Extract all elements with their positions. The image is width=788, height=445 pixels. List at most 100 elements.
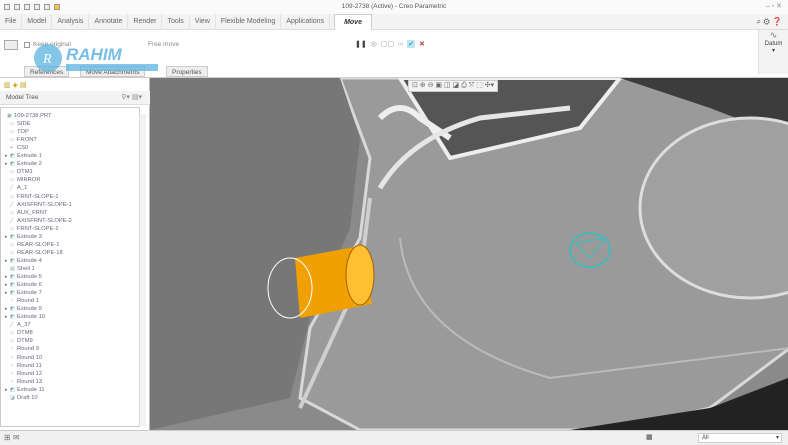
extrude-icon: ◩ [10, 161, 15, 168]
tree-item[interactable]: ◔ Round 1 [5, 297, 39, 305]
tree-item[interactable]: ▱ REAR-SLOPE-18 [5, 249, 63, 257]
tree-item-label: A_1 [17, 185, 28, 192]
tab-move[interactable]: Move [334, 13, 372, 30]
help-icons[interactable]: ⌕ ⚙ ❓ [757, 17, 782, 27]
tree-item[interactable]: ▱ REAR-SLOPE-1 [5, 241, 60, 249]
plane-icon: ▱ [10, 241, 14, 248]
cancel-x-icon[interactable]: ✕ [419, 40, 425, 48]
tree-item[interactable]: ╱ A_37 [5, 321, 31, 329]
tab-annotate[interactable]: Annotate [89, 13, 129, 30]
tree-item[interactable]: ▱ DTM8 [5, 329, 33, 337]
round-icon: ◔ [10, 346, 14, 353]
tree-item[interactable]: ▱ FRONT [5, 136, 37, 144]
tree-item-label: Draft 10 [17, 394, 38, 401]
move-type-dropdown[interactable] [4, 40, 18, 50]
tab-applications[interactable]: Applications [281, 13, 331, 30]
plane-icon: ▱ [10, 209, 14, 216]
plane-icon: ▱ [10, 137, 14, 144]
window-controls[interactable]: – ▫ ✕ [766, 2, 782, 10]
tab-model[interactable]: Model [22, 13, 53, 30]
tree-item[interactable]: ▤ Shell 1 [5, 265, 35, 273]
pause-icon[interactable]: ❚❚ [355, 40, 367, 48]
tree-item-label: DTM1 [17, 169, 33, 176]
tree-item-label: Extrude 1 [17, 153, 42, 160]
extrude-icon: ◩ [10, 257, 15, 264]
tree-item[interactable]: ▱ TOP [5, 128, 29, 136]
tree-item-label: Shell 1 [17, 265, 35, 272]
tree-item-label: Extrude 3 [17, 233, 42, 240]
tree-item[interactable]: ▱ FRNT-SLOPE-1 [5, 193, 59, 201]
tree-item[interactable]: ▸ ◩ Extrude 9 [5, 305, 42, 313]
model-tree-title: Model Tree [6, 94, 39, 101]
datum-button[interactable]: ∿ Datum ▾ [758, 30, 788, 74]
selection-filter-icon[interactable]: ▦ [646, 433, 653, 441]
dashboard-tab-properties[interactable]: Properties [166, 66, 208, 77]
tab-file[interactable]: File [0, 13, 23, 30]
preview-icon[interactable]: ◎ [371, 40, 377, 48]
watermark-logo: R RAHIM [30, 34, 170, 79]
tree-item[interactable]: ╱ AXISFRNT-SLOPE-1 [5, 201, 72, 209]
tree-item-label: FRONT [17, 137, 37, 144]
extrude-icon: ◩ [10, 282, 15, 289]
tree-item[interactable]: ▸ ◩ Extrude 6 [5, 281, 42, 289]
tree-item[interactable]: ◔ Round 13 [5, 378, 42, 386]
tree-settings-icon[interactable]: ⚲▾ ▤▾ [121, 93, 142, 101]
tree-item-label: TOP [17, 129, 29, 136]
tree-item[interactable]: ◔ Round 11 [5, 362, 42, 370]
tab-render[interactable]: Render [128, 13, 163, 30]
tab-tools[interactable]: Tools [162, 13, 190, 30]
tree-list: ▣ 109-2738.PRT ▱ SIDE ▱ TOP ▱ FRONT ⌖ CS0 ▸ ◩ Extrud… [0, 107, 140, 427]
plane-icon: ▱ [10, 338, 14, 345]
tree-item[interactable]: ▱ AUX_FRNT [5, 209, 48, 217]
svg-text:R: R [42, 52, 52, 67]
tree-item[interactable]: ◔ Round 12 [5, 370, 42, 378]
tree-item[interactable]: ▱ SIDE [5, 120, 31, 128]
view-toolbar[interactable]: ⊡ ⊕ ⊖ ▣ ◫ ◪ ⎙ ⤧ ⬚ ✣▾ [408, 80, 499, 92]
verify-icon[interactable]: ▢▢ [381, 40, 394, 48]
tab-flexible-modeling[interactable]: Flexible Modeling [216, 13, 282, 30]
tree-item[interactable]: ╱ A_1 [5, 184, 27, 192]
tree-item[interactable]: ▸ ◩ Extrude 4 [5, 257, 42, 265]
tree-item[interactable]: ▸ ◩ Extrude 2 [5, 160, 42, 168]
tree-item[interactable]: ▱ FRNT-SLOPE-2 [5, 225, 59, 233]
tab-view[interactable]: View [190, 13, 216, 30]
plane-icon: ▱ [10, 129, 14, 136]
filter-dropdown[interactable]: All ▾ [698, 433, 782, 443]
tree-item[interactable]: ▸ ◩ Extrude 11 [5, 386, 45, 394]
tree-item[interactable]: ▱ MIRROR [5, 176, 41, 184]
tree-item-label: 109-2738.PRT [14, 113, 52, 119]
tree-item[interactable]: ▸ ◩ Extrude 1 [5, 152, 42, 160]
tree-item[interactable]: ▣ 109-2738.PRT [2, 112, 52, 120]
tree-item-label: Extrude 11 [17, 386, 45, 393]
model-tree-panel: ▥ ◈ ▤ Model Tree ⚲▾ ▤▾ ▣ 109-2738.PRT ▱ SID… [0, 78, 150, 430]
tree-item[interactable]: ▸ ◩ Extrude 3 [5, 233, 42, 241]
tab-analysis[interactable]: Analysis [52, 13, 90, 30]
tree-item-label: Round 1 [17, 298, 39, 305]
window-title: 109-2738 (Active) - Creo Parametric [341, 3, 447, 10]
tree-item-label: A_37 [17, 322, 31, 329]
tree-item[interactable]: ◔ Round 9 [5, 345, 39, 353]
shell-icon: ▤ [10, 265, 15, 272]
tree-item[interactable]: ◔ Round 10 [5, 354, 42, 362]
tree-item-label: Round 11 [17, 362, 42, 369]
tree-item[interactable]: ▸ ◩ Extrude 10 [5, 313, 45, 321]
status-icons[interactable]: ⊞ ✉ [4, 433, 20, 442]
tree-item[interactable]: ◪ Draft 10 [5, 394, 38, 402]
tree-item[interactable]: ▱ DTM1 [5, 168, 33, 176]
tree-item[interactable]: ⌖ CS0 [5, 144, 28, 152]
tree-item[interactable]: ▱ DTM9 [5, 337, 33, 345]
tree-item[interactable]: ▸ ◩ Extrude 5 [5, 273, 42, 281]
feature-preview-icon[interactable]: ∞ [398, 41, 403, 48]
extrude-icon: ◩ [10, 290, 15, 297]
extrude-icon: ◩ [10, 233, 15, 240]
graphics-viewport[interactable]: ⊡ ⊕ ⊖ ▣ ◫ ◪ ⎙ ⤧ ⬚ ✣▾ [150, 78, 788, 430]
tree-item-label: Round 9 [17, 346, 39, 353]
filter-value: All [702, 435, 709, 441]
confirm-check-icon[interactable]: ✔ [407, 40, 415, 48]
tree-item[interactable]: ▸ ◩ Extrude 7 [5, 289, 42, 297]
tree-item[interactable]: ╱ AXISFRNT-SLOPE-2 [5, 217, 72, 225]
draft-icon: ◪ [10, 394, 15, 401]
chevron-down-icon: ▾ [771, 48, 775, 54]
panel-tab-icons[interactable]: ▥ ◈ ▤ [4, 81, 27, 89]
tree-scrollbar[interactable] [139, 114, 146, 426]
